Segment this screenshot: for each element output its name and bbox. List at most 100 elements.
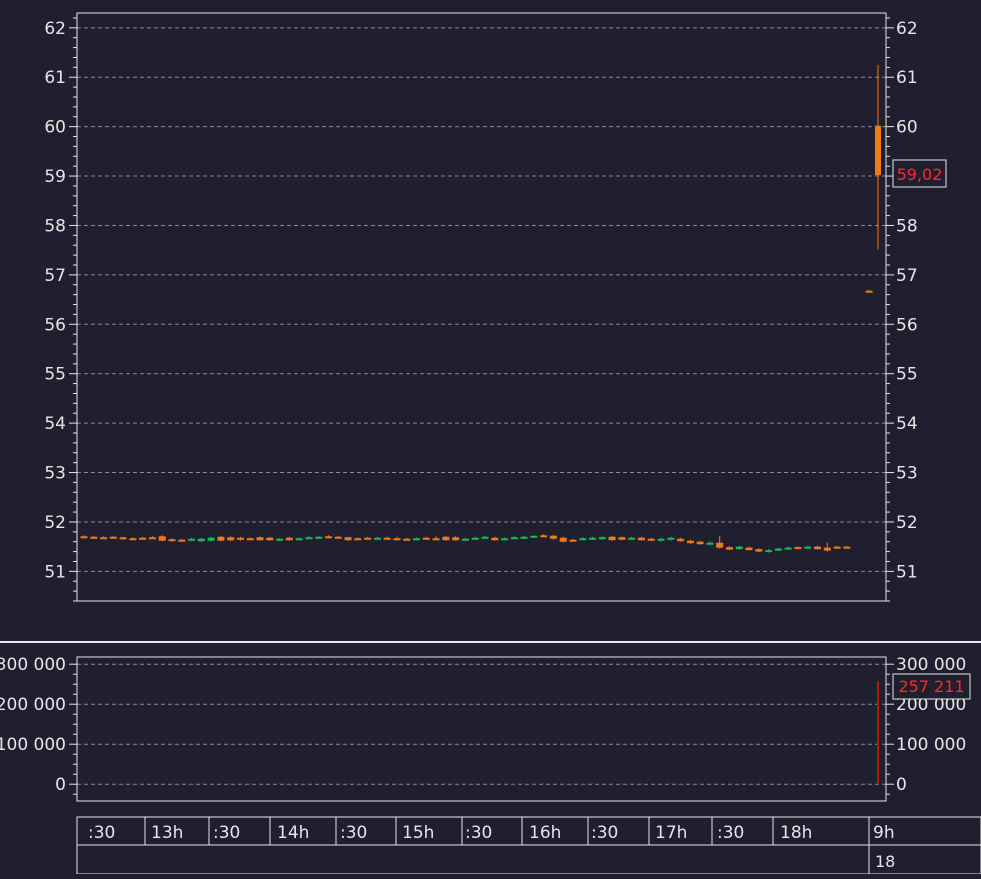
candle-body xyxy=(90,536,98,539)
time-axis-label: :30 xyxy=(591,823,618,843)
candle-body xyxy=(481,536,489,539)
candle-body xyxy=(217,536,225,541)
candle-body xyxy=(325,536,332,539)
price-tick-label-right: 55 xyxy=(896,365,918,385)
candle-body xyxy=(569,539,577,542)
candle-body xyxy=(295,538,303,541)
candle-body xyxy=(865,290,873,293)
time-axis-label: 15h xyxy=(402,823,434,843)
candle-body xyxy=(403,538,411,541)
candle-body xyxy=(109,536,117,539)
candle-body xyxy=(432,538,440,541)
candle-body xyxy=(628,537,636,540)
volume-tick-label-left: 200 000 xyxy=(0,695,66,715)
price-tick-label-left: 58 xyxy=(44,216,66,236)
candle-body xyxy=(461,538,469,541)
price-tick-label-right: 62 xyxy=(896,19,918,39)
volume-last-value-badge: 257 211 xyxy=(892,673,971,700)
candle-body xyxy=(735,546,743,550)
candle-body xyxy=(875,125,881,176)
candle-body xyxy=(227,537,235,541)
candle-body xyxy=(452,537,460,541)
price-tick-label-left: 51 xyxy=(44,562,66,582)
candle-body xyxy=(383,537,391,540)
candle-body xyxy=(501,538,509,541)
candle-body xyxy=(471,537,479,540)
candle-body xyxy=(559,537,567,542)
candle-body xyxy=(716,542,724,548)
candle-body xyxy=(510,537,518,540)
candle-body xyxy=(393,538,401,541)
candle-body xyxy=(745,547,753,551)
time-axis-label: :30 xyxy=(340,823,367,843)
price-tick-label-left: 62 xyxy=(44,19,66,39)
candle-body xyxy=(148,537,156,540)
chart-window: 51 52 53 54 55 56 57 58 59 60 61 62 51 52 53 54 55 56 57 5… xyxy=(0,0,981,875)
candle-body xyxy=(276,538,284,541)
candle-body xyxy=(696,541,704,545)
candle-body xyxy=(725,547,733,550)
candle-body xyxy=(344,537,352,541)
candle-body xyxy=(784,547,792,550)
candle-body xyxy=(168,539,176,542)
candle-body xyxy=(677,538,685,542)
candle-body xyxy=(637,537,645,541)
candle-body xyxy=(285,537,293,541)
candle-body xyxy=(814,546,821,550)
candle-body xyxy=(354,538,362,541)
candle-body xyxy=(442,536,450,541)
candle-body xyxy=(246,538,254,541)
candle-body xyxy=(236,537,244,540)
candle-body xyxy=(589,537,597,540)
candle-body xyxy=(804,546,812,549)
time-axis-label: :30 xyxy=(717,823,744,843)
volume-last-value-label: 257 211 xyxy=(898,677,964,696)
volume-tick-label-left: 100 000 xyxy=(0,735,66,755)
candle-body xyxy=(305,537,313,540)
volume-tick-label-left: 0 xyxy=(55,775,66,795)
price-last-value-badge: 59,02 xyxy=(892,159,947,188)
time-axis-label: 9h xyxy=(873,823,895,843)
price-tick-label-right: 61 xyxy=(896,68,918,88)
volume-tick-label-right: 0 xyxy=(896,775,907,795)
price-tick-label-right: 54 xyxy=(896,414,918,434)
price-tick-label-right: 60 xyxy=(896,118,918,138)
volume-tick-label-right: 100 000 xyxy=(896,735,966,755)
time-axis-label: 13h xyxy=(151,823,183,843)
candle-body xyxy=(158,536,166,541)
volume-tick-label-left: 300 000 xyxy=(0,655,66,675)
price-tick-label-right: 52 xyxy=(896,513,918,533)
candle-body xyxy=(598,537,606,540)
candle-body xyxy=(207,537,215,541)
candle-body xyxy=(686,540,694,544)
volume-tick-label-right: 300 000 xyxy=(896,655,966,675)
candle-body xyxy=(549,535,557,539)
candle-body xyxy=(706,542,714,545)
candle-body xyxy=(774,548,782,551)
time-axis-label: 17h xyxy=(655,823,687,843)
candle-body xyxy=(413,538,421,541)
candle-body xyxy=(794,547,802,550)
candle-body xyxy=(755,549,763,552)
candle-body xyxy=(530,535,538,538)
candle-body xyxy=(520,536,528,539)
date-label: 18 xyxy=(875,852,895,871)
time-axis-label: 14h xyxy=(277,823,309,843)
price-tick-label-left: 54 xyxy=(44,414,66,434)
candle-body xyxy=(579,538,587,541)
candle-body xyxy=(139,537,147,540)
candle-body xyxy=(129,538,137,541)
price-tick-label-right: 58 xyxy=(896,216,918,236)
candle-body xyxy=(334,536,342,539)
price-tick-label-right: 57 xyxy=(896,266,918,286)
price-tick-label-right: 51 xyxy=(896,562,918,582)
time-axis-label: :30 xyxy=(213,823,240,843)
candle-body xyxy=(618,537,626,540)
price-tick-label-left: 59 xyxy=(44,167,66,187)
candle-body xyxy=(657,538,665,541)
candle-body xyxy=(315,536,323,539)
candle-body xyxy=(608,536,616,541)
candle-body xyxy=(540,535,548,538)
time-axis-label: :30 xyxy=(88,823,115,843)
candle-body xyxy=(491,537,499,541)
